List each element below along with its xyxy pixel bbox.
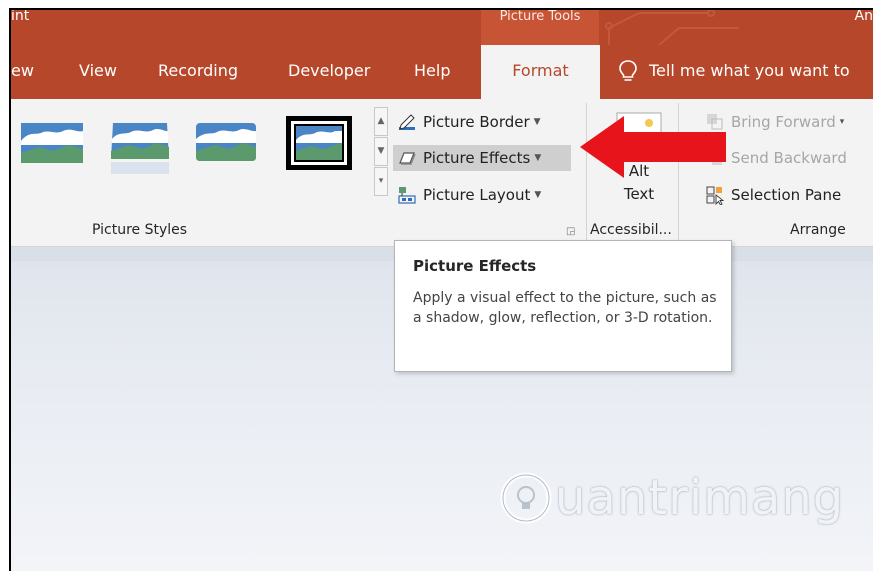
accessibility-group-label: Accessibil... [590,222,672,238]
gallery-scroll-down-button[interactable]: ▼ [374,137,388,166]
dialog-launcher-icon[interactable]: ◲ [566,226,575,237]
tab-developer[interactable]: Developer [288,61,370,80]
watermark-text: uantrimang [555,470,845,526]
chevron-down-icon: ▼ [534,153,542,163]
tab-format-label: Format [512,61,569,80]
window-title-right-fragment: An [854,8,873,24]
picture-style-thumbnail-selected[interactable] [285,115,355,173]
ribbon-body: ▲ ▼ ▾ Picture Styles Picture Border ▼ Pi… [9,99,873,247]
watermark-logo-icon [500,472,552,524]
arrange-group-label: Arrange [790,222,846,238]
powerpoint-window: int Picture Tools An ew View Recording D… [9,8,873,571]
tooltip-description: Apply a visual effect to the picture, su… [413,290,717,326]
picture-border-button[interactable]: Picture Border ▼ [393,109,567,135]
send-backward-label: Send Backward [731,149,847,167]
picture-layout-button[interactable]: Picture Layout ▼ [393,182,571,208]
gallery-scroll: ▲ ▼ ▾ [374,107,388,196]
bring-forward-label: Bring Forward [731,113,836,131]
picture-effects-button[interactable]: Picture Effects ▼ [393,145,571,171]
selection-pane-label: Selection Pane [731,186,842,204]
alt-text-label-line2: Text [623,185,655,203]
gallery-more-button[interactable]: ▾ [374,167,388,196]
selection-pane-button[interactable]: Selection Pane [701,182,873,208]
tab-format[interactable]: Format [481,45,600,99]
picture-border-icon [399,114,415,130]
lightbulb-icon [619,60,637,81]
window-title-fragment: int [11,8,30,24]
watermark: uantrimang [499,470,844,526]
title-bar: int Picture Tools An [9,8,873,45]
tab-review[interactable]: ew [11,61,34,80]
tell-me-search[interactable]: Tell me what you want to [649,61,850,80]
picture-effects-label: Picture Effects [423,149,531,167]
gallery-scroll-up-button[interactable]: ▲ [374,107,388,136]
selection-pane-icon [706,186,725,205]
tab-help[interactable]: Help [414,61,450,80]
tab-recording[interactable]: Recording [158,61,238,80]
picture-border-label: Picture Border [423,113,530,131]
screenshot-border [9,8,873,10]
picture-effects-tooltip: Picture Effects Apply a visual effect to… [394,240,732,372]
picture-styles-group-label: Picture Styles [92,222,188,238]
picture-layout-icon [398,187,416,204]
red-arrow-icon [580,116,726,178]
picture-style-thumbnail[interactable] [19,119,89,167]
screenshot-border [9,8,11,571]
ribbon-tab-row: ew View Recording Developer Help Format … [9,45,873,99]
tab-view[interactable]: View [79,61,117,80]
circuit-decoration-icon [605,9,739,45]
picture-effects-icon [399,152,416,165]
tooltip-title: Picture Effects [413,257,537,275]
chevron-down-icon: ▼ [534,190,542,200]
picture-layout-label: Picture Layout [423,186,531,204]
chevron-down-icon: ▼ [533,117,541,127]
picture-style-thumbnail[interactable] [193,119,263,167]
picture-style-thumbnail[interactable] [107,119,177,174]
chevron-down-icon: ▾ [839,117,845,127]
